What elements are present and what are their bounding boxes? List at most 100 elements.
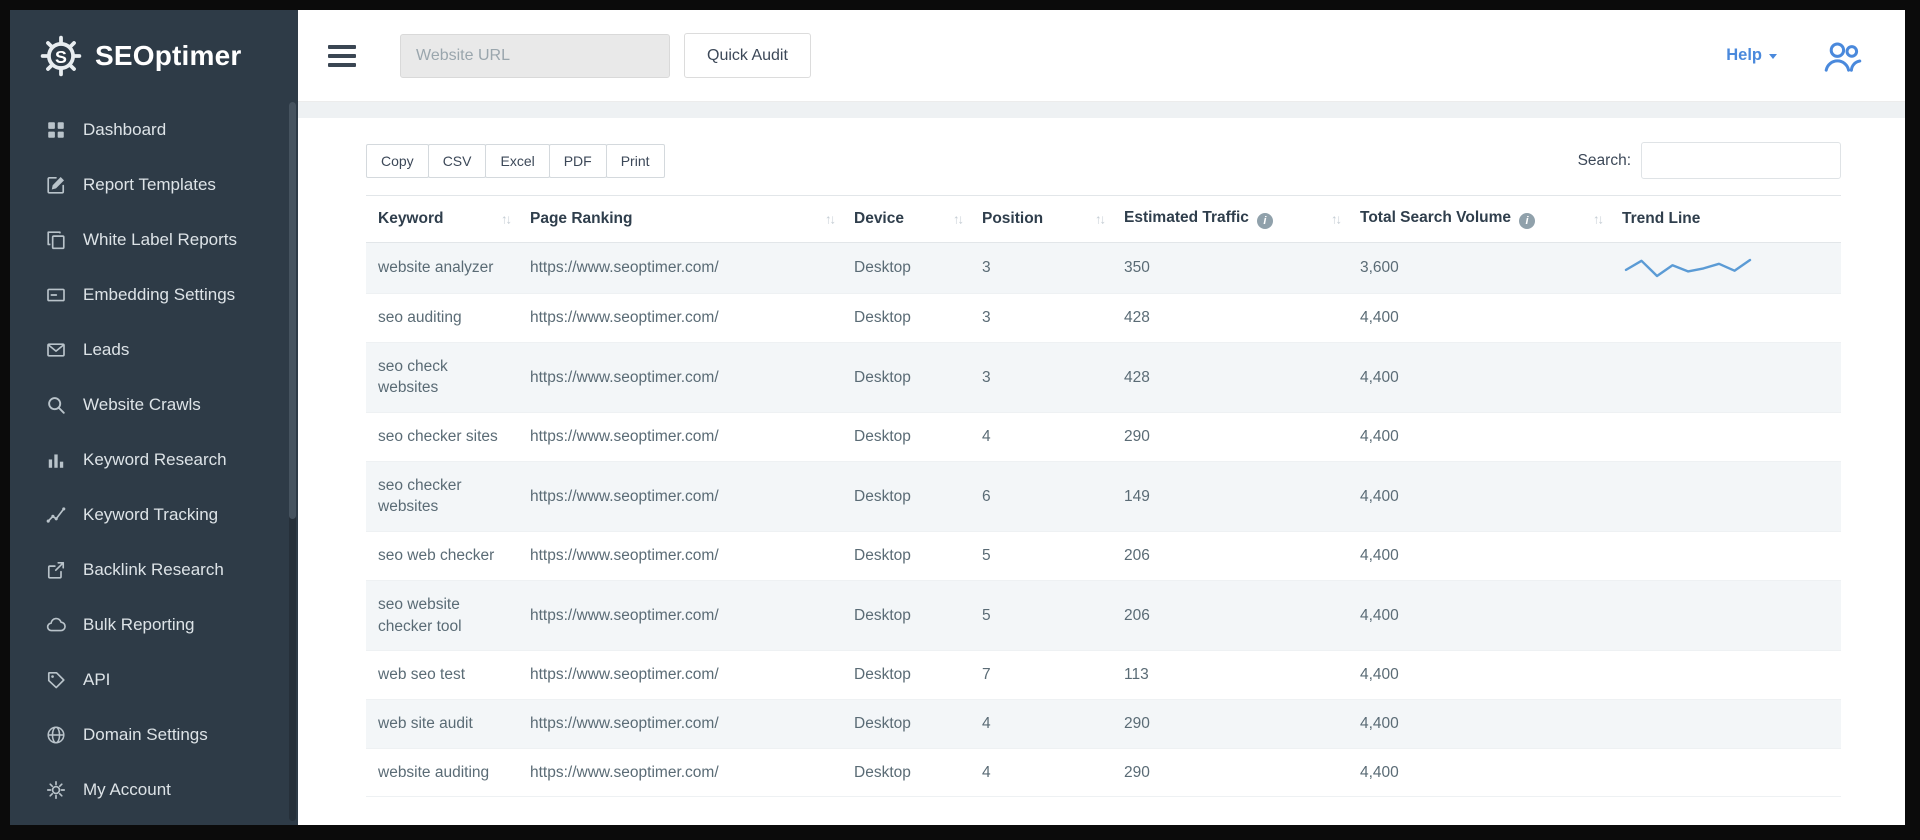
column-label: Estimated Traffic <box>1124 209 1249 226</box>
export-excel-button[interactable]: Excel <box>485 144 549 178</box>
sidebar-item-my-account[interactable]: My Account <box>10 762 298 817</box>
sidebar-item-white-label-reports[interactable]: White Label Reports <box>10 212 298 267</box>
sidebar-item-label: White Label Reports <box>83 230 237 250</box>
sidebar-item-label: Bulk Reporting <box>83 615 195 635</box>
sort-icon: ↑↓ <box>825 212 834 227</box>
cell-page-ranking: https://www.seoptimer.com/ <box>518 294 842 343</box>
column-header-total-search-volume[interactable]: Total Search Volumei↑↓ <box>1348 196 1610 243</box>
search-input[interactable] <box>1641 142 1841 179</box>
sidebar-item-api[interactable]: API <box>10 652 298 707</box>
cell-page-ranking: https://www.seoptimer.com/ <box>518 342 842 412</box>
cell-keyword: seo website checker tool <box>366 580 518 650</box>
app-window: S SEOptimer DashboardReport Templates Whi… <box>10 10 1905 825</box>
cell-total-search-volume: 4,400 <box>1348 294 1610 343</box>
info-icon[interactable]: i <box>1519 213 1535 229</box>
sidebar-item-leads[interactable]: Leads <box>10 322 298 377</box>
cell-device: Desktop <box>842 651 970 700</box>
gear-icon <box>46 780 66 800</box>
sidebar-item-label: Leads <box>83 340 129 360</box>
sidebar-item-backlink-research[interactable]: Backlink Research <box>10 542 298 597</box>
search-label: Search: <box>1578 152 1631 170</box>
cloud-icon <box>46 615 66 635</box>
external-link-icon <box>46 560 66 580</box>
seoptimer-logo[interactable]: S SEOptimer <box>10 10 298 102</box>
cell-position: 5 <box>970 580 1112 650</box>
quick-audit-button[interactable]: Quick Audit <box>684 33 811 78</box>
cell-device: Desktop <box>842 532 970 581</box>
export-pdf-button[interactable]: PDF <box>549 144 607 178</box>
sidebar-scrollbar[interactable] <box>289 102 296 821</box>
cell-trend-line <box>1610 294 1841 343</box>
cell-estimated-traffic: 149 <box>1112 461 1348 531</box>
table-row: website auditinghttps://www.seoptimer.co… <box>366 748 1841 797</box>
search-icon <box>46 395 66 415</box>
website-url-input[interactable] <box>400 34 670 78</box>
svg-text:S: S <box>55 47 67 67</box>
cell-total-search-volume: 4,400 <box>1348 748 1610 797</box>
sidebar-item-label: Keyword Research <box>83 450 227 470</box>
tag-icon <box>46 670 66 690</box>
search-box: Search: <box>1578 142 1841 179</box>
cell-total-search-volume: 4,400 <box>1348 580 1610 650</box>
cell-keyword: seo auditing <box>366 294 518 343</box>
cell-keyword: web seo test <box>366 651 518 700</box>
cell-trend-line <box>1610 413 1841 462</box>
sort-icon: ↑↓ <box>501 212 510 227</box>
bar-chart-icon <box>46 450 66 470</box>
column-label: Page Ranking <box>530 210 633 227</box>
cell-total-search-volume: 4,400 <box>1348 461 1610 531</box>
cell-trend-line <box>1610 699 1841 748</box>
cell-estimated-traffic: 290 <box>1112 748 1348 797</box>
sidebar-item-website-crawls[interactable]: Website Crawls <box>10 377 298 432</box>
cell-total-search-volume: 4,400 <box>1348 413 1610 462</box>
cell-position: 3 <box>970 294 1112 343</box>
topbar: Quick Audit Help <box>298 10 1905 102</box>
sidebar-item-label: Domain Settings <box>83 725 208 745</box>
account-users-icon[interactable] <box>1823 39 1863 73</box>
cell-trend-line <box>1610 532 1841 581</box>
cell-position: 6 <box>970 461 1112 531</box>
cell-keyword: website auditing <box>366 748 518 797</box>
table-header-row: Keyword↑↓Page Ranking↑↓Device↑↓Position↑… <box>366 196 1841 243</box>
cell-position: 5 <box>970 532 1112 581</box>
sidebar-item-label: My Account <box>83 780 171 800</box>
cell-estimated-traffic: 113 <box>1112 651 1348 700</box>
sidebar-item-domain-settings[interactable]: Domain Settings <box>10 707 298 762</box>
cell-keyword: seo web checker <box>366 532 518 581</box>
cell-device: Desktop <box>842 413 970 462</box>
cell-total-search-volume: 4,400 <box>1348 699 1610 748</box>
sidebar-item-keyword-research[interactable]: Keyword Research <box>10 432 298 487</box>
info-icon[interactable]: i <box>1257 213 1273 229</box>
help-menu[interactable]: Help <box>1726 46 1777 65</box>
column-header-keyword[interactable]: Keyword↑↓ <box>366 196 518 243</box>
column-header-page-ranking[interactable]: Page Ranking ↑↓ <box>518 196 842 243</box>
cell-keyword: seo checker sites <box>366 413 518 462</box>
sort-icon: ↑↓ <box>1593 212 1602 227</box>
sidebar-item-dashboard[interactable]: Dashboard <box>10 102 298 157</box>
table-row: seo auditinghttps://www.seoptimer.com/De… <box>366 294 1841 343</box>
logo-text: SEOptimer <box>95 40 242 72</box>
globe-icon <box>46 725 66 745</box>
cell-position: 7 <box>970 651 1112 700</box>
column-label: Trend Line <box>1622 210 1700 227</box>
cell-estimated-traffic: 290 <box>1112 413 1348 462</box>
cell-total-search-volume: 3,600 <box>1348 243 1610 294</box>
column-label: Position <box>982 210 1043 227</box>
export-print-button[interactable]: Print <box>606 144 665 178</box>
column-header-position[interactable]: Position↑↓ <box>970 196 1112 243</box>
card-icon <box>46 285 66 305</box>
cell-device: Desktop <box>842 243 970 294</box>
sidebar-item-keyword-tracking[interactable]: Keyword Tracking <box>10 487 298 542</box>
column-header-estimated-traffic[interactable]: Estimated Traffici↑↓ <box>1112 196 1348 243</box>
export-copy-button[interactable]: Copy <box>366 144 429 178</box>
column-header-device[interactable]: Device↑↓ <box>842 196 970 243</box>
column-header-trend-line: Trend Line <box>1610 196 1841 243</box>
sidebar-item-embedding-settings[interactable]: Embedding Settings <box>10 267 298 322</box>
cell-page-ranking: https://www.seoptimer.com/ <box>518 699 842 748</box>
menu-toggle-icon[interactable] <box>328 45 356 67</box>
sidebar-scrollbar-thumb[interactable] <box>289 102 296 519</box>
sidebar-item-report-templates[interactable]: Report Templates <box>10 157 298 212</box>
cell-estimated-traffic: 206 <box>1112 532 1348 581</box>
export-csv-button[interactable]: CSV <box>428 144 487 178</box>
sidebar-item-bulk-reporting[interactable]: Bulk Reporting <box>10 597 298 652</box>
